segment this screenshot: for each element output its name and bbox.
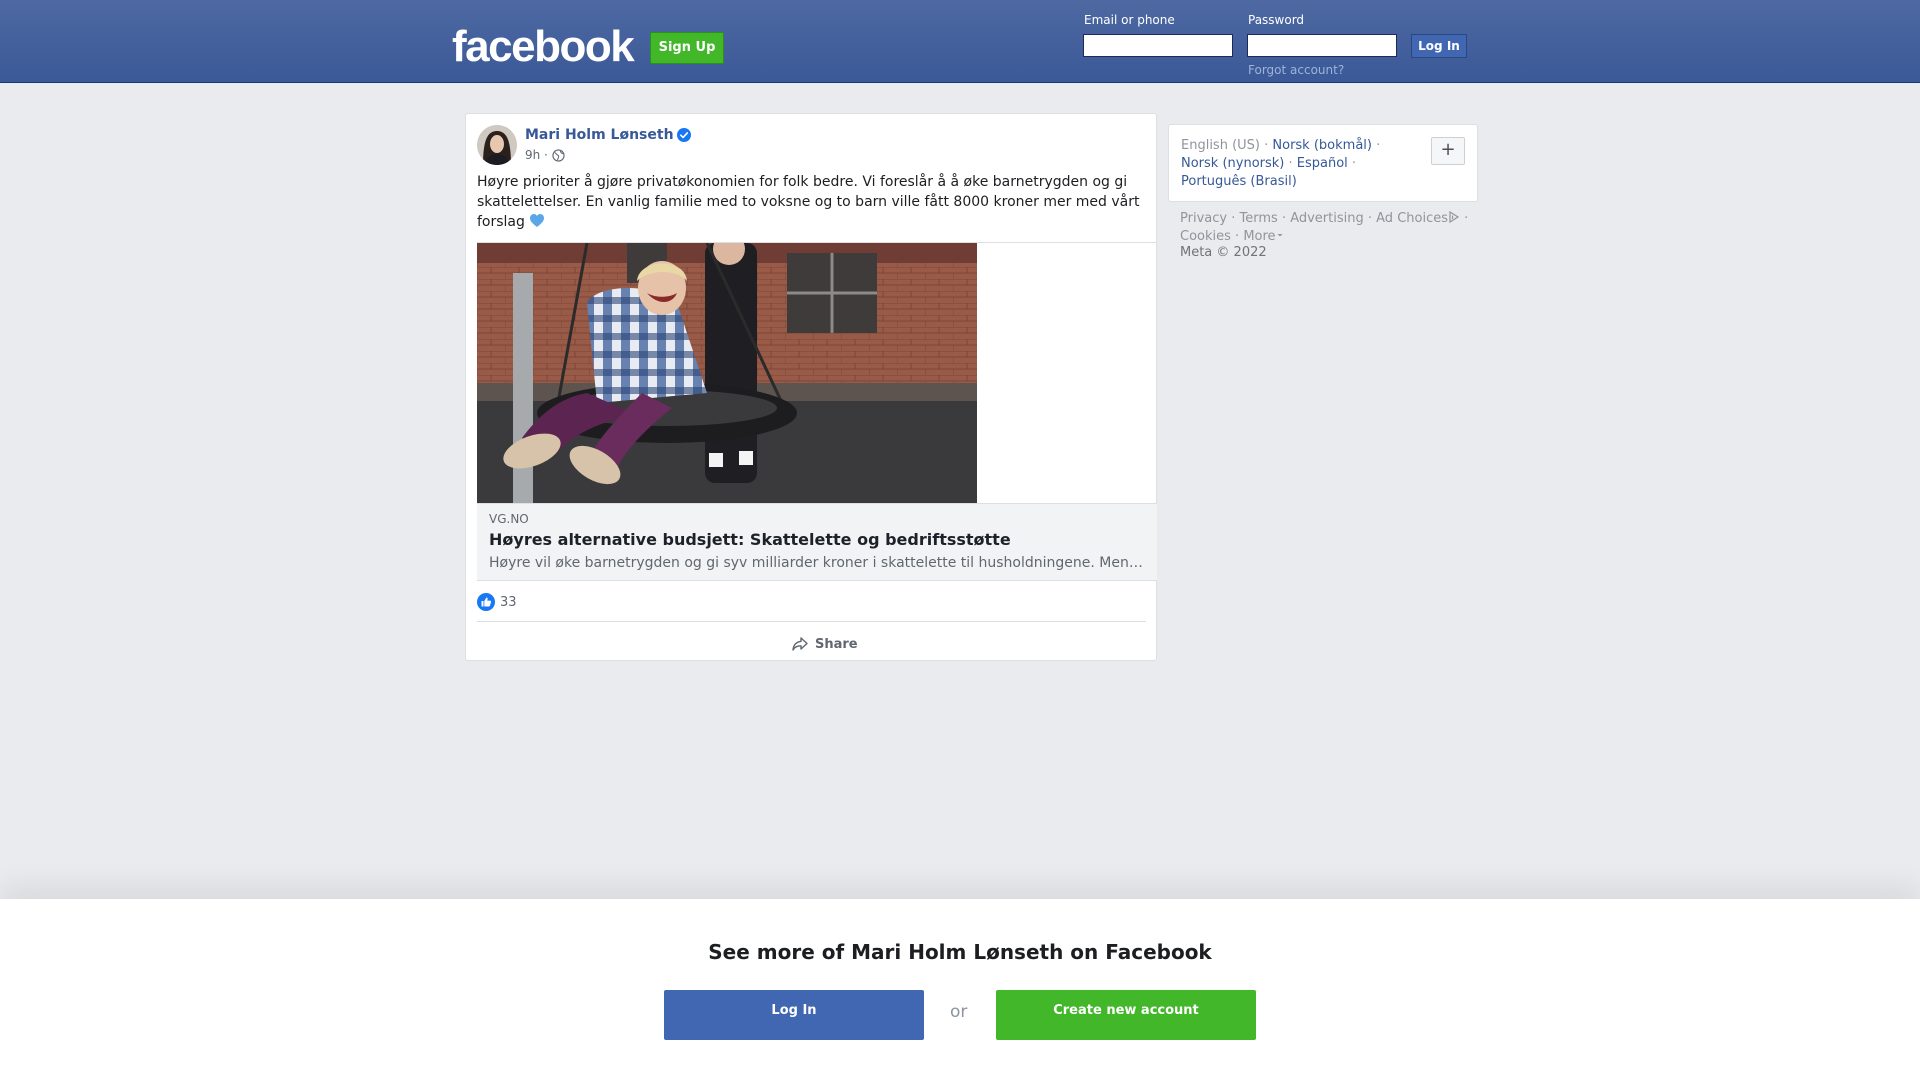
share-icon <box>792 637 808 651</box>
more-label: More <box>1243 229 1276 244</box>
avatar[interactable] <box>477 125 517 165</box>
ad-choices-label: Ad Choices <box>1376 211 1448 226</box>
share-label: Share <box>815 636 858 652</box>
bottom-log-in-button[interactable]: Log In <box>664 990 924 1040</box>
sign-up-button[interactable]: Sign Up <box>650 32 724 64</box>
facebook-logo[interactable]: facebook <box>452 22 635 72</box>
language-norsk-bokmal[interactable]: Norsk (bokmål) <box>1272 138 1372 153</box>
link-description: Høyre vil øke barnetrygden og gi syv mil… <box>489 555 1143 571</box>
or-separator: or <box>950 1002 968 1022</box>
link-title[interactable]: Høyres alternative budsjett: Skattelette… <box>489 530 1011 549</box>
language-current: English (US) · <box>1181 138 1269 153</box>
language-portugues[interactable]: Português (Brasil) <box>1181 174 1297 189</box>
footer-advertising-link[interactable]: Advertising <box>1290 211 1364 226</box>
avatar-photo <box>477 125 517 165</box>
password-label: Password <box>1248 13 1305 27</box>
footer-more-link[interactable]: More <box>1243 229 1283 244</box>
footer-links: Privacy · Terms · Advertising · Ad Choic… <box>1180 211 1469 244</box>
language-selector-box: English (US) · Norsk (bokmål) · Norsk (n… <box>1168 124 1478 202</box>
bottom-login-panel: See more of Mari Holm Lønseth on Faceboo… <box>0 899 1920 1080</box>
post-card: Mari Holm Lønseth 9h · Høyre prioriter å… <box>465 113 1157 661</box>
create-account-button[interactable]: Create new account <box>996 990 1256 1040</box>
top-bar: facebook Sign Up Email or phone Password… <box>0 0 1920 83</box>
like-reaction-icon[interactable] <box>477 593 495 611</box>
language-list: English (US) · Norsk (bokmål) · Norsk (n… <box>1181 138 1381 189</box>
caret-down-icon <box>1277 234 1283 237</box>
more-languages-button[interactable]: + <box>1431 137 1465 165</box>
globe-icon <box>552 149 565 162</box>
log-in-button[interactable]: Log In <box>1411 34 1467 58</box>
email-field[interactable] <box>1083 34 1233 57</box>
verified-badge-icon <box>677 128 691 142</box>
language-espanol[interactable]: Español <box>1297 156 1348 171</box>
bottom-panel-title: See more of Mari Holm Lønseth on Faceboo… <box>708 940 1212 964</box>
link-preview-info[interactable]: VG.NO Høyres alternative budsjett: Skatt… <box>477 503 1157 581</box>
footer-terms-link[interactable]: Terms <box>1239 211 1277 226</box>
copyright-text: Meta © 2022 <box>1180 245 1267 260</box>
forgot-account-link[interactable]: Forgot account? <box>1248 63 1344 77</box>
link-preview-card[interactable]: VG.NO Høyres alternative budsjett: Skatt… <box>477 242 1157 581</box>
ad-choices-icon <box>1449 211 1460 223</box>
post-text-content: Høyre prioriter å gjøre privatøkonomien … <box>477 174 1140 230</box>
blue-heart-icon <box>530 214 545 227</box>
post-timestamp[interactable]: 9h · <box>525 148 548 162</box>
footer-ad-choices-link[interactable]: Ad Choices <box>1376 211 1460 226</box>
email-label: Email or phone <box>1084 13 1175 27</box>
link-domain: VG.NO <box>489 512 529 526</box>
share-button[interactable]: Share <box>791 632 858 656</box>
action-divider <box>477 621 1146 622</box>
language-norsk-nynorsk[interactable]: Norsk (nynorsk) <box>1181 156 1284 171</box>
post-text: Høyre prioriter å gjøre privatøkonomien … <box>477 172 1147 232</box>
swing-photo <box>477 243 977 503</box>
footer-privacy-link[interactable]: Privacy <box>1180 211 1227 226</box>
footer-cookies-link[interactable]: Cookies <box>1180 229 1231 244</box>
like-count[interactable]: 33 <box>500 595 517 610</box>
link-preview-image[interactable] <box>477 243 977 503</box>
post-author-name[interactable]: Mari Holm Lønseth <box>525 127 674 143</box>
password-field[interactable] <box>1247 34 1397 57</box>
